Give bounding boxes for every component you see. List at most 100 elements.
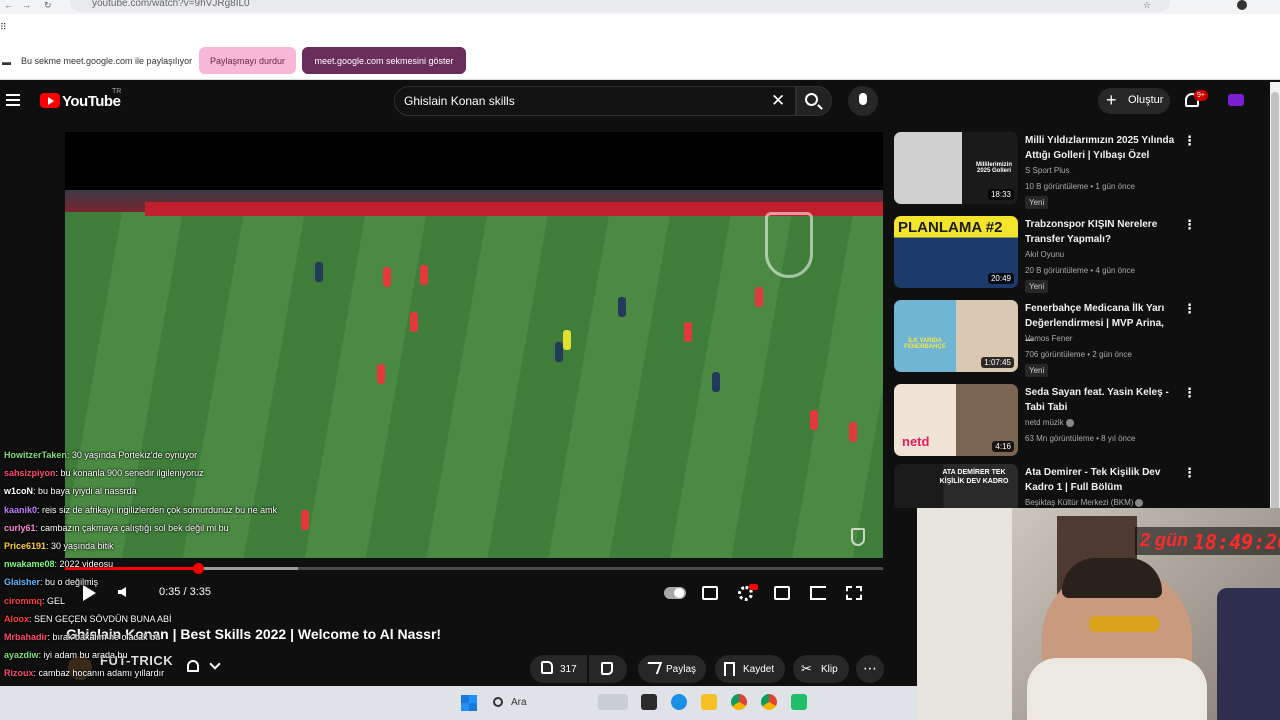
share-label[interactable]: Paylaş — [666, 664, 696, 675]
youtube-wordmark[interactable]: YouTube — [62, 93, 121, 110]
show-meet-tab-button[interactable]: meet.google.com sekmesini göster — [302, 47, 466, 74]
chrome-icon[interactable] — [731, 694, 747, 710]
voice-search-mic-icon[interactable] — [848, 86, 878, 116]
chat-message: Aloox: SEN GEÇEN SÖVDÜN BUNA ABİ — [4, 614, 172, 624]
rec-title[interactable]: Ata Demirer - Tek Kişilik Dev Kadro 1 | … — [1025, 465, 1175, 495]
browser-tab-strip: youtube.com/watch?v=9hVJRg8IL0 ← → ↻ ☆ — [0, 0, 1280, 14]
rec-thumbnail[interactable]: Millilerimizin 2025 Golleri 18:33 — [894, 132, 1018, 204]
subtitles-icon[interactable] — [702, 586, 718, 600]
reload-icon[interactable]: ↻ — [44, 0, 54, 10]
chat-username[interactable]: cirommq — [4, 596, 42, 606]
chat-message: Rizoux: cambaz hocanın adamı yıllardır — [4, 668, 164, 678]
video-player-figure — [684, 322, 692, 342]
chat-message: ayazdiw: iyi adam bu arada bu — [4, 650, 128, 660]
taskbar-app-icon[interactable] — [791, 694, 807, 710]
rec-more-menu-icon[interactable]: ⋮ — [1183, 134, 1196, 147]
rec-thumbnail-caption: ATA DEMİRER TEK KİŞİLİK DEV KADRO — [939, 469, 1009, 485]
bookmark-star-icon[interactable]: ☆ — [1143, 0, 1153, 10]
thumbs-up-icon[interactable] — [541, 661, 553, 674]
miniplayer-icon[interactable] — [774, 586, 790, 600]
rec-title[interactable]: Trabzonspor KIŞIN Nerelere Transfer Yapm… — [1025, 217, 1175, 247]
like-button[interactable]: 317 — [530, 655, 587, 683]
stop-sharing-button[interactable]: Paylaşmayı durdur — [199, 47, 296, 74]
rec-meta: 10 B görüntüleme • 1 gün önce — [1025, 182, 1135, 191]
address-bar[interactable]: youtube.com/watch?v=9hVJRg8IL0 — [70, 0, 1170, 12]
rec-thumbnail[interactable]: ATA DEMİRER TEK KİŞİLİK DEV KADRO — [894, 464, 1018, 508]
thumbs-down-icon[interactable] — [601, 662, 613, 675]
like-count[interactable]: 317 — [560, 664, 577, 675]
youtube-logo-icon[interactable] — [40, 93, 60, 108]
taskbar-search[interactable]: Ara — [511, 697, 527, 708]
autoplay-toggle[interactable] — [664, 587, 686, 599]
rec-channel[interactable]: S Sport Plus — [1025, 166, 1069, 175]
search-query[interactable]: Ghislain Konan skills — [404, 94, 515, 108]
rec-title[interactable]: Milli Yıldızlarımızın 2025 Yılında Attığ… — [1025, 133, 1175, 163]
rec-channel[interactable]: Vamos Fener — [1025, 334, 1072, 343]
profile-avatar[interactable] — [1237, 0, 1247, 10]
rec-title[interactable]: Seda Sayan feat. Yasin Keleş - Tabi Tabi — [1025, 385, 1175, 415]
back-icon[interactable]: ← — [4, 0, 14, 10]
clip-label[interactable]: Klip — [821, 664, 838, 675]
rec-more-menu-icon[interactable]: ⋮ — [1183, 302, 1196, 315]
url-text[interactable]: youtube.com/watch?v=9hVJRg8IL0 — [92, 0, 250, 9]
chrome-icon[interactable] — [761, 694, 777, 710]
chat-username[interactable]: HowitzerTaken — [4, 450, 67, 460]
chat-username[interactable]: w1coN — [4, 486, 33, 496]
windows-start-icon[interactable] — [461, 695, 477, 711]
rec-thumbnail[interactable]: İLK YARIDA FENERBAHÇE 1:07:45 — [894, 300, 1018, 372]
chat-username[interactable]: Glaisher — [4, 577, 40, 587]
more-actions-button[interactable]: ⋯ — [856, 655, 884, 683]
share-status-text: Bu sekme meet.google.com ile paylaşılıyo… — [21, 56, 193, 66]
create-label[interactable]: Oluştur — [1128, 94, 1163, 106]
rec-thumbnail[interactable]: netd 4:16 — [894, 384, 1018, 456]
chat-text: : cambaz hocanın adamı yıllardır — [33, 668, 165, 679]
forward-icon[interactable]: → — [22, 0, 32, 10]
chat-username[interactable]: ayazdiw — [4, 650, 39, 660]
fullscreen-icon[interactable] — [846, 586, 862, 600]
rec-more-menu-icon[interactable]: ⋮ — [1183, 218, 1196, 231]
branding-corner-icon[interactable] — [851, 528, 865, 546]
rec-channel-name[interactable]: Beşiktaş Kültür Merkezi (BKM) — [1025, 498, 1133, 507]
chat-username[interactable]: Mrbahadir — [4, 632, 48, 642]
taskbar-widget[interactable] — [598, 694, 628, 710]
chat-message: w1coN: bu baya iyiydi al nassrda — [4, 486, 137, 496]
chat-username[interactable]: curly61 — [4, 523, 36, 533]
rec-channel[interactable]: Akıl Oyunu — [1025, 250, 1064, 259]
rec-more-menu-icon[interactable]: ⋮ — [1183, 466, 1196, 479]
rec-thumbnail[interactable]: PLANLAMA #2 20:49 — [894, 216, 1018, 288]
rec-meta: 63 Mn görüntüleme • 8 yıl önce — [1025, 434, 1136, 443]
rec-channel[interactable]: netd müzik — [1025, 418, 1074, 427]
chat-username[interactable]: kaanik0 — [4, 505, 37, 515]
chat-username[interactable]: Aloox — [4, 614, 29, 624]
country-code: TR — [112, 88, 122, 95]
plus-icon[interactable]: + — [1106, 90, 1117, 110]
save-label[interactable]: Kaydet — [743, 664, 774, 675]
video-player-figure — [377, 364, 385, 384]
windows-taskbar — [0, 686, 917, 720]
rec-channel[interactable]: Beşiktaş Kültür Merkezi (BKM) — [1025, 498, 1144, 507]
chat-username[interactable]: sahsizpiyon — [4, 468, 56, 478]
hamburger-menu-icon[interactable] — [6, 94, 20, 106]
chat-username[interactable]: Rizoux — [4, 668, 34, 678]
video-player-figure — [810, 410, 818, 430]
rec-more-menu-icon[interactable]: ⋮ — [1183, 386, 1196, 399]
bookmark-icon[interactable] — [724, 662, 735, 676]
search-icon[interactable] — [805, 93, 818, 106]
rec-new-badge: Yeni — [1025, 196, 1049, 209]
chat-username[interactable]: nwakame08 — [4, 559, 55, 569]
account-avatar[interactable] — [1228, 94, 1244, 106]
file-explorer-icon[interactable] — [701, 694, 717, 710]
clear-search-icon[interactable]: ✕ — [771, 92, 785, 109]
taskbar-search-icon[interactable] — [493, 697, 503, 707]
rec-channel-name[interactable]: netd müzik — [1025, 418, 1064, 427]
apps-grid-icon[interactable]: ⠿ — [0, 22, 10, 32]
task-view-icon[interactable] — [641, 694, 657, 710]
edge-browser-icon[interactable] — [671, 694, 687, 710]
rec-meta: 20 B görüntüleme • 4 gün önce — [1025, 266, 1135, 275]
chat-username[interactable]: Price6191 — [4, 541, 46, 551]
cast-icon[interactable] — [810, 586, 826, 600]
chat-text: : bu baya iyiydi al nassrda — [33, 486, 137, 497]
scissors-icon[interactable]: ✂ — [801, 662, 812, 676]
rec-thumbnail-caption: PLANLAMA #2 — [898, 219, 1003, 236]
video-player-figure — [849, 422, 857, 442]
